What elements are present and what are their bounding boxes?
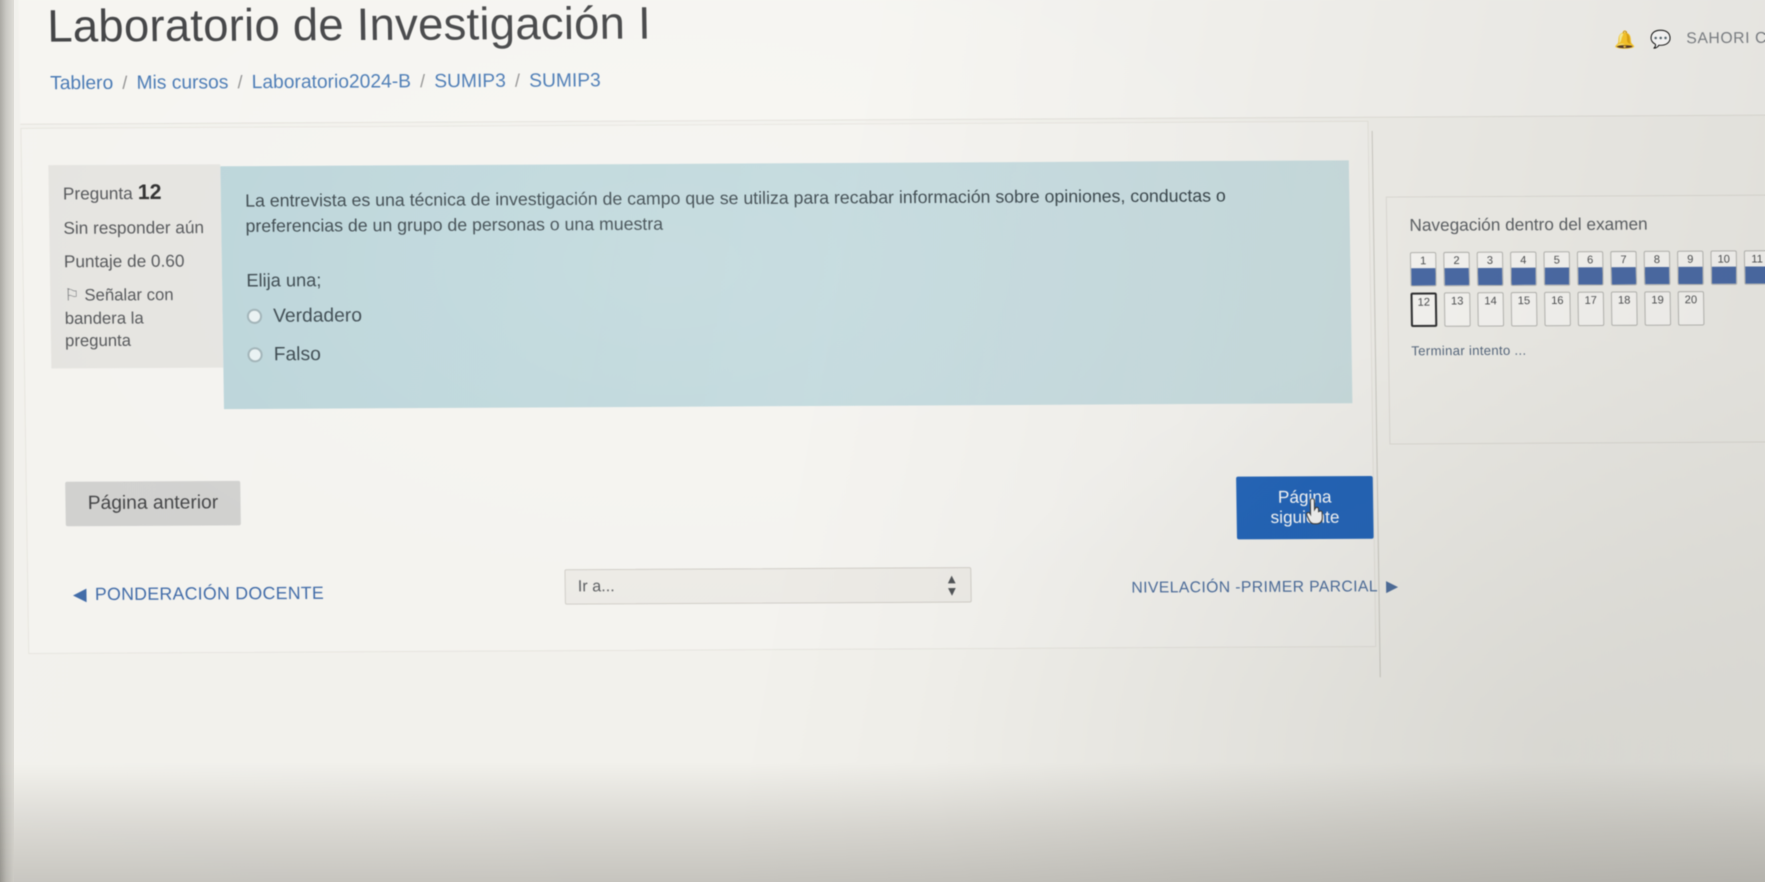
quiz-nav-number: 12 (1417, 296, 1431, 309)
flag-question-button[interactable]: ⚐ Señalar con bandera la pregunta (64, 284, 209, 352)
breadcrumb-separator: / (419, 71, 426, 92)
quiz-nav-question-19[interactable]: 19 (1644, 291, 1672, 326)
message-icon[interactable]: 💬 (1650, 30, 1672, 49)
quiz-nav-number: 8 (1653, 253, 1661, 267)
previous-page-button[interactable]: Página anterior (65, 480, 241, 527)
question-status: Sin responder aún (63, 218, 205, 239)
quiz-nav-question-11[interactable]: 11 (1743, 250, 1765, 285)
quiz-navigation-panel: Navegación dentro del examen 1 2 3 4 5 6 7 8 9 10… (1385, 194, 1765, 445)
right-arrow-icon: ▶ (1385, 578, 1399, 596)
quiz-nav-number: 5 (1553, 254, 1560, 267)
quiz-footer: ◀ PONDERACIÓN DOCENTE Ir a... ▲ ▼ NIVELACI… (28, 565, 1399, 653)
quiz-nav-number: 16 (1551, 294, 1564, 308)
quiz-nav-number: 14 (1484, 295, 1497, 308)
left-arrow-icon: ◀ (72, 583, 87, 605)
answer-option-verdadero[interactable]: Verdadero (246, 300, 1327, 328)
question-label: Pregunta (62, 183, 133, 204)
quiz-nav-number: 15 (1517, 294, 1531, 308)
question-number-row: Pregunta 12 (63, 178, 207, 206)
updown-arrow-icon[interactable]: ▲ ▼ (945, 571, 958, 598)
photographed-screen: Laboratorio de Investigación I Tablero / M… (0, 0, 1765, 882)
page-title: Laboratorio de Investigación I (46, 0, 652, 52)
breadcrumb-separator: / (122, 72, 128, 93)
quiz-nav-number: 10 (1717, 253, 1731, 266)
quiz-nav-question-3[interactable]: 3 (1476, 251, 1504, 287)
next-activity-link[interactable]: NIVELACIÓN -PRIMER PARCIAL ▶ (1131, 577, 1398, 598)
quiz-nav-number: 7 (1620, 254, 1627, 267)
question-body: La entrevista es una técnica de investig… (220, 160, 1353, 409)
breadcrumb-item-curso[interactable]: Laboratorio2024-B (252, 71, 412, 93)
quiz-nav-question-2[interactable]: 2 (1443, 251, 1471, 287)
quiz-nav-number: 17 (1584, 294, 1598, 307)
quiz-nav-question-4[interactable]: 4 (1510, 251, 1537, 286)
previous-activity-link[interactable]: ◀ PONDERACIÓN DOCENTE (73, 583, 324, 606)
question-info-panel: Pregunta 12 Sin responder aún Puntaje de … (48, 164, 224, 369)
jump-to-value: Ir a... (577, 577, 615, 595)
quiz-nav-number: 13 (1450, 295, 1464, 308)
next-page-button[interactable]: Página siguiente (1236, 475, 1374, 540)
quiz-nav-question-6[interactable]: 6 (1576, 251, 1604, 286)
breadcrumb-item-tablero[interactable]: Tablero (50, 73, 113, 95)
quiz-nav-question-7[interactable]: 7 (1610, 250, 1638, 286)
quiz-nav-number: 9 (1687, 253, 1694, 266)
quiz-nav-number: 2 (1453, 254, 1460, 268)
quiz-nav-number: 18 (1617, 294, 1631, 307)
quiz-nav-number: 1 (1419, 255, 1427, 268)
quiz-nav-number: 20 (1684, 294, 1698, 307)
breadcrumb: Tablero / Mis cursos / Laboratorio2024-B / SUM… (50, 70, 601, 95)
answer-option-label: Verdadero (273, 304, 363, 327)
quiz-nav-question-17[interactable]: 17 (1577, 291, 1605, 327)
quiz-nav-question-20[interactable]: 20 (1677, 291, 1705, 326)
header-actions: 🔔 💬 SAHORI C (1614, 30, 1765, 50)
answer-option-label: Falso (273, 343, 321, 366)
breadcrumb-item-sumip3-quiz[interactable]: SUMIP3 (529, 70, 601, 92)
quiz-nav-number: 4 (1520, 254, 1527, 267)
quiz-nav-question-13[interactable]: 13 (1443, 292, 1471, 327)
breadcrumb-separator: / (237, 72, 243, 93)
next-activity-label: NIVELACIÓN -PRIMER PARCIAL (1131, 578, 1379, 597)
breadcrumb-item-sumip3[interactable]: SUMIP3 (434, 71, 506, 93)
quiz-nav-question-12[interactable]: 12 (1410, 292, 1438, 327)
quiz-nav-question-18[interactable]: 18 (1610, 291, 1638, 326)
quiz-nav-number: 6 (1586, 254, 1594, 267)
desk-surface (0, 762, 1765, 882)
jump-to-select[interactable]: Ir a... ▲ ▼ (564, 567, 972, 605)
quiz-nav-number: 11 (1751, 253, 1763, 266)
radio-icon[interactable] (247, 347, 263, 363)
quiz-nav-number: 19 (1651, 294, 1664, 307)
flag-question-label: Señalar con bandera la pregunta (64, 286, 174, 351)
quiz-nav-question-10[interactable]: 10 (1710, 250, 1738, 285)
quiz-card: Pregunta 12 Sin responder aún Puntaje de … (20, 120, 1399, 655)
flag-icon: ⚐ (64, 286, 80, 306)
choose-one-label: Elija una; (246, 269, 322, 291)
answer-option-falso[interactable]: Falso (247, 338, 1327, 366)
quiz-nav-number: 3 (1486, 254, 1494, 267)
question-text: La entrevista es una técnica de investig… (245, 185, 1226, 237)
quiz-nav-question-9[interactable]: 9 (1677, 250, 1704, 286)
user-name[interactable]: SAHORI C (1686, 30, 1765, 49)
radio-icon[interactable] (246, 308, 263, 325)
quiz-nav-question-15[interactable]: 15 (1510, 291, 1538, 327)
quiz-nav-question-1[interactable]: 1 (1409, 251, 1437, 287)
screen-bezel-left (0, 0, 14, 882)
breadcrumb-item-mis-cursos[interactable]: Mis cursos (136, 72, 228, 94)
question-score: Puntaje de 0.60 (63, 251, 185, 272)
screen-content: Laboratorio de Investigación I Tablero / M… (0, 0, 1765, 882)
page-header: Laboratorio de Investigación I Tablero / M… (18, 0, 1765, 125)
question-number: 12 (137, 180, 162, 205)
quiz-nav-question-16[interactable]: 16 (1544, 291, 1571, 327)
breadcrumb-separator: / (514, 70, 521, 91)
previous-activity-label: PONDERACIÓN DOCENTE (94, 582, 325, 605)
end-attempt-link[interactable]: Terminar intento ... (1411, 341, 1765, 359)
quiz-nav-question-8[interactable]: 8 (1643, 250, 1671, 286)
quiz-navigation-title: Navegación dentro del examen (1409, 214, 1648, 235)
quiz-nav-question-5[interactable]: 5 (1543, 251, 1571, 286)
bell-icon[interactable]: 🔔 (1614, 30, 1636, 49)
question-navigation-grid: 1 2 3 4 5 6 7 8 9 10 11 12 13 14 15 16 17 18 19 20 (1409, 250, 1765, 327)
quiz-nav-question-14[interactable]: 14 (1477, 292, 1505, 327)
